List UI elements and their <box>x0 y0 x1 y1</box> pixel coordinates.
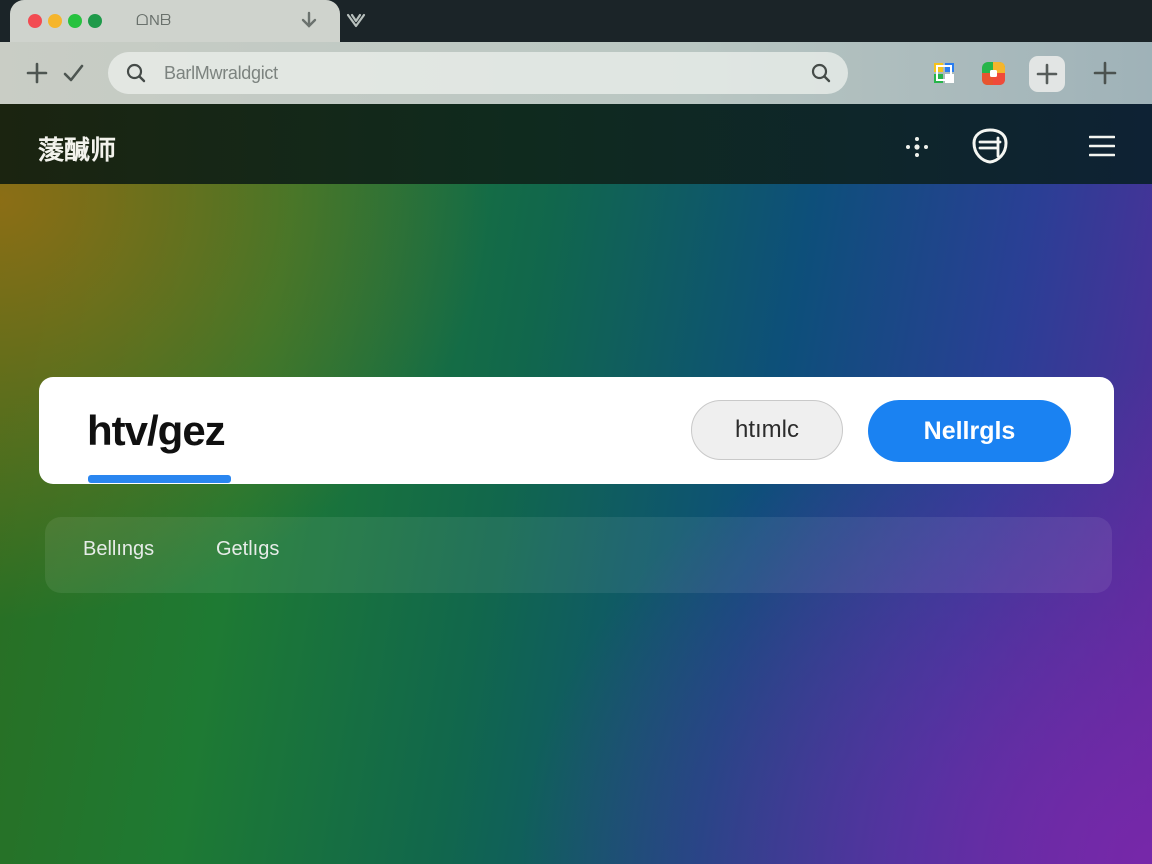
search-icon[interactable] <box>811 63 831 88</box>
checkmark-icon[interactable] <box>62 62 84 89</box>
menu-icon[interactable] <box>1088 134 1116 163</box>
secondary-tab-bar: Bellıngs Getlıgs <box>45 517 1112 593</box>
tab-second[interactable]: Getlıgs <box>216 538 279 561</box>
move-icon[interactable] <box>904 134 930 165</box>
zoom-dot[interactable] <box>68 14 82 28</box>
card-title: htv/gez <box>87 407 226 454</box>
address-input[interactable]: BarlMwraldgict <box>164 63 278 84</box>
grid-extension-icon[interactable] <box>933 62 955 84</box>
plus-square-icon[interactable] <box>1029 56 1065 92</box>
shield-icon[interactable] <box>971 127 1009 170</box>
arrow-down-icon[interactable] <box>300 11 318 33</box>
new-tab-plus-icon[interactable] <box>1093 61 1117 90</box>
colorful-extension-icon[interactable] <box>981 61 1006 86</box>
plus-icon[interactable] <box>25 61 49 90</box>
search-icon <box>126 63 146 88</box>
minimize-dot[interactable] <box>48 14 62 28</box>
primary-button[interactable]: Nellrgls <box>868 400 1071 462</box>
secondary-button[interactable]: htımlc <box>691 400 843 460</box>
tab-title: ᗝNᗷ <box>136 12 172 29</box>
chevron-down-icon[interactable] <box>346 12 366 34</box>
browser-toolbar: BarlMwraldgict <box>0 42 1152 104</box>
browser-tab-strip: ᗝNᗷ <box>0 0 1152 42</box>
active-underline <box>88 475 231 483</box>
address-bar[interactable]: BarlMwraldgict <box>108 52 848 94</box>
extra-dot[interactable] <box>88 14 102 28</box>
tab-first[interactable]: Bellıngs <box>83 538 154 561</box>
site-title[interactable]: 蔆醎师 <box>38 130 116 167</box>
browser-tab[interactable]: ᗝNᗷ <box>10 0 340 42</box>
main-card: htv/gez htımlc Nellrgls <box>39 377 1114 484</box>
site-header: 蔆醎师 <box>0 104 1152 184</box>
close-dot[interactable] <box>28 14 42 28</box>
